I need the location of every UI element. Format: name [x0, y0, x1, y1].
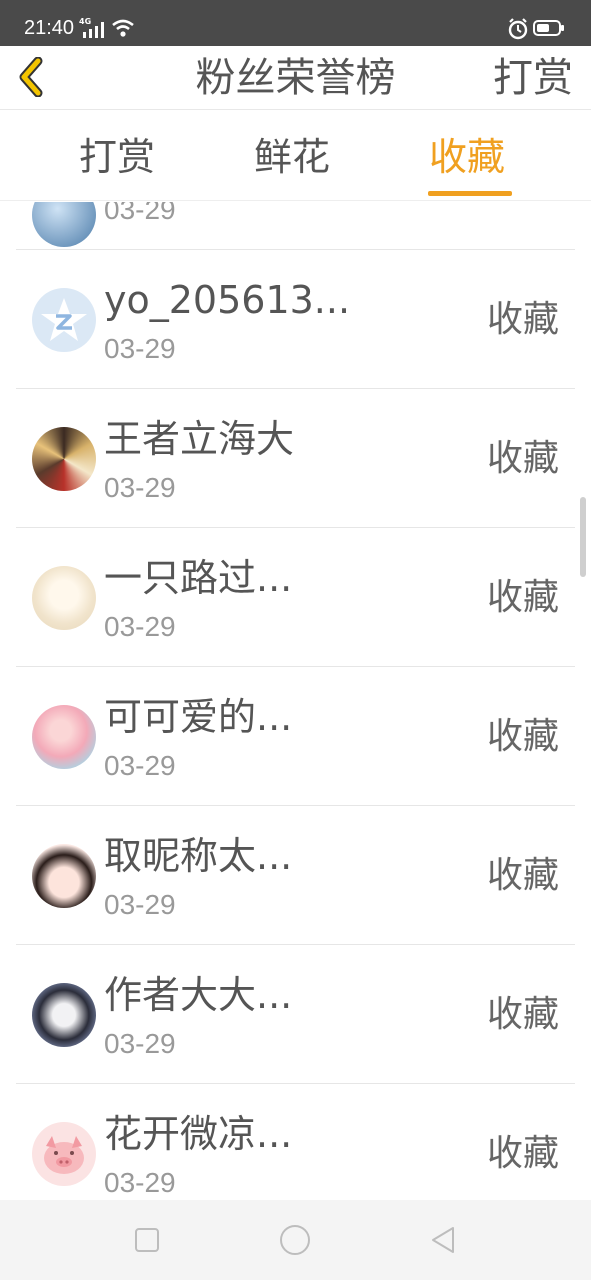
row-name: 可可爱的... — [104, 695, 293, 739]
list-item[interactable]: 王者立海大 03-29 收藏 — [16, 389, 575, 528]
active-tab-indicator — [428, 191, 512, 196]
list-item[interactable]: 一只路过... 03-29 收藏 — [16, 528, 575, 667]
tab-flowers[interactable]: 鲜花 — [254, 133, 330, 181]
row-date: 03-29 — [104, 333, 176, 364]
app-header: 粉丝荣誉榜 打赏 — [0, 46, 591, 110]
row-name: 王者立海大 — [104, 417, 295, 461]
avatar — [32, 983, 96, 1047]
status-bar: 21:40 4G — [0, 0, 591, 46]
avatar — [32, 202, 96, 247]
status-time: 21:40 — [24, 17, 75, 39]
reward-button[interactable]: 打赏 — [493, 54, 573, 102]
row-name: yo_205613... — [104, 278, 351, 322]
battery-icon — [533, 20, 564, 36]
row-date: 03-29 — [104, 611, 176, 642]
qq-star-icon — [41, 298, 87, 341]
tab-favorites[interactable]: 收藏 — [429, 133, 505, 181]
pig-icon — [44, 1136, 84, 1174]
avatar — [32, 566, 96, 630]
tab-bar: 打赏 鲜花 收藏 — [0, 111, 591, 201]
row-date: 03-29 — [104, 1167, 176, 1198]
tab-reward[interactable]: 打赏 — [79, 133, 155, 181]
row-action: 收藏 — [486, 1133, 559, 1174]
alarm-icon — [508, 18, 528, 40]
row-action: 收藏 — [486, 577, 559, 618]
scrollbar-thumb[interactable] — [580, 497, 586, 577]
row-action: 收藏 — [486, 716, 559, 757]
row-name: 取昵称太... — [104, 834, 293, 878]
fan-list[interactable]: 03-29 yo_205613... 03-29 收藏 王者立海大 03-29 … — [0, 202, 591, 1200]
avatar — [32, 1122, 96, 1186]
row-name: 花开微凉... — [104, 1112, 293, 1156]
recents-icon[interactable] — [129, 1222, 165, 1258]
avatar — [32, 705, 96, 769]
row-action: 收藏 — [486, 299, 559, 340]
list-item[interactable]: 取昵称太... 03-29 收藏 — [16, 806, 575, 945]
list-item[interactable]: 作者大大... 03-29 收藏 — [16, 945, 575, 1084]
row-action: 收藏 — [486, 855, 559, 896]
row-date: 03-29 — [104, 889, 176, 920]
list-item[interactable]: 03-29 — [16, 202, 575, 250]
row-date: 03-29 — [104, 750, 176, 781]
avatar — [32, 427, 96, 491]
wifi-icon — [112, 19, 134, 37]
row-action: 收藏 — [486, 438, 559, 479]
row-name: 一只路过... — [104, 556, 293, 600]
avatar — [32, 844, 96, 908]
list-item[interactable]: 可可爱的... 03-29 收藏 — [16, 667, 575, 806]
row-date: 03-29 — [104, 1028, 176, 1059]
row-date: 03-29 — [104, 202, 176, 225]
system-nav-bar — [0, 1200, 591, 1280]
row-date: 03-29 — [104, 472, 176, 503]
row-action: 收藏 — [486, 994, 559, 1035]
row-name: 作者大大... — [104, 973, 293, 1017]
signal-icon — [83, 22, 104, 38]
list-item[interactable]: yo_205613... 03-29 收藏 — [16, 250, 575, 389]
back-icon[interactable] — [425, 1222, 461, 1258]
avatar — [32, 288, 96, 352]
list-item[interactable]: 花开微凉... 03-29 收藏 — [16, 1084, 575, 1200]
home-icon[interactable] — [277, 1222, 313, 1258]
